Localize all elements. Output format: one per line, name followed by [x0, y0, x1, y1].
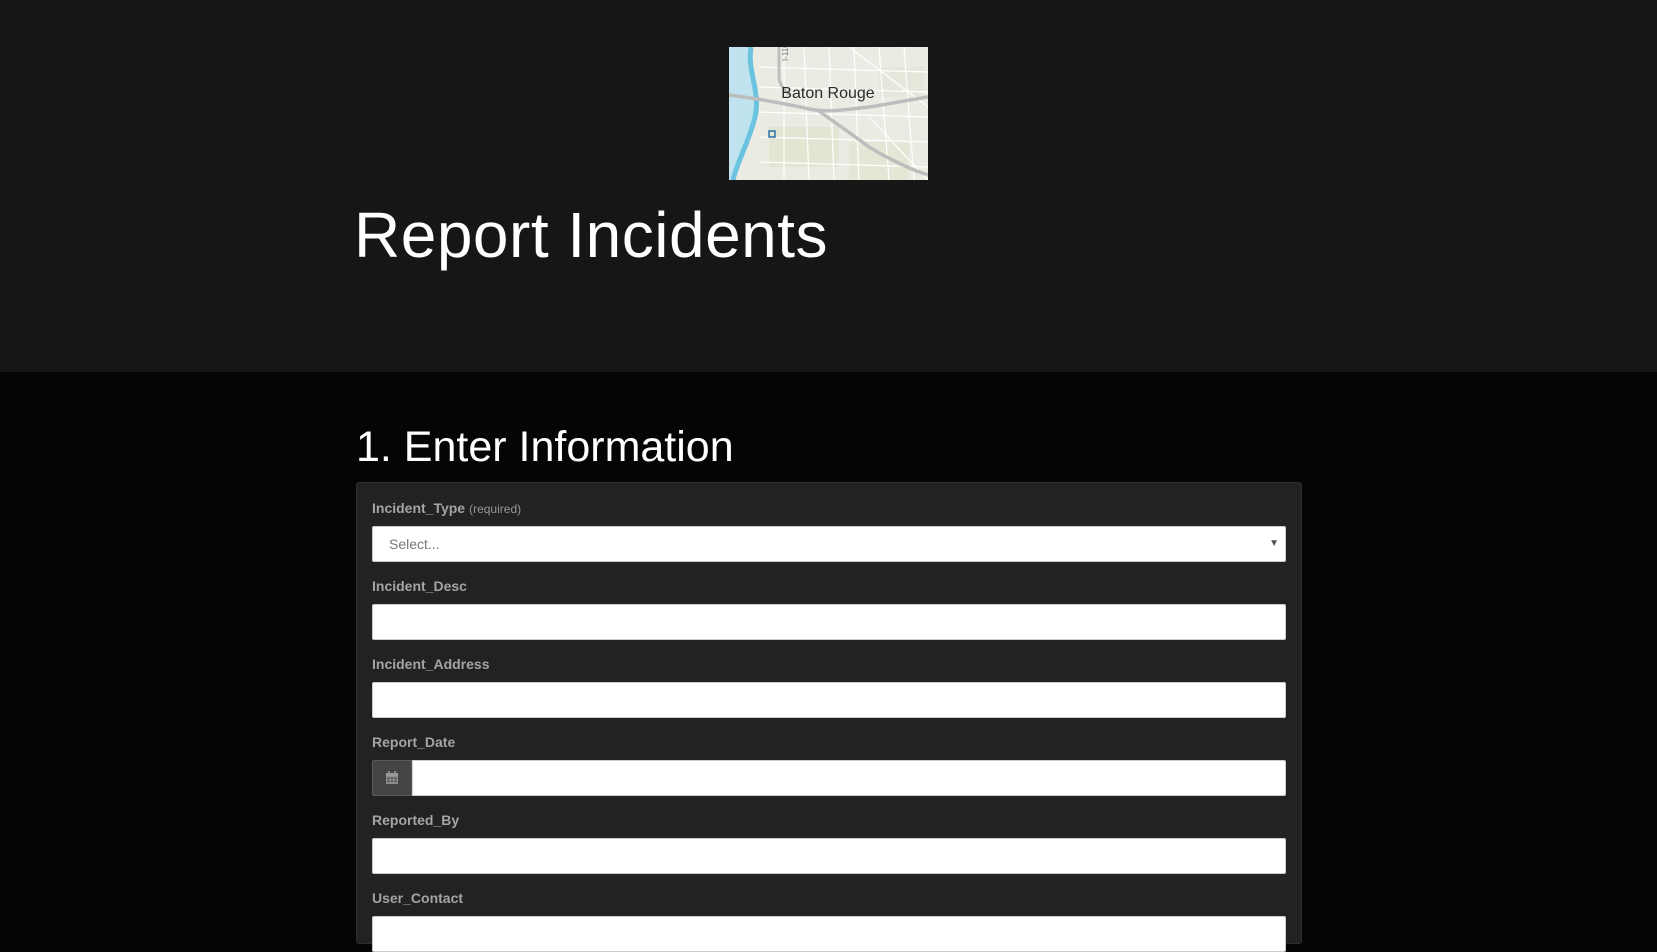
report-date-label: Report_Date: [372, 734, 456, 750]
chevron-down-icon: ▼: [1269, 538, 1279, 549]
map-thumbnail-image: I-110 Baton Rouge: [729, 47, 928, 180]
field-incident-type: Incident_Type (required) Select... ▼: [372, 498, 1286, 562]
field-reported-by: Reported_By: [372, 810, 1286, 874]
incident-type-placeholder: Select...: [389, 536, 440, 552]
field-report-date: Report_Date: [372, 732, 1286, 796]
field-incident-desc: Incident_Desc: [372, 576, 1286, 640]
field-user-contact: User_Contact: [372, 888, 1286, 952]
field-incident-address: Incident_Address: [372, 654, 1286, 718]
required-tag: (required): [469, 502, 522, 516]
incident-desc-label: Incident_Desc: [372, 578, 467, 594]
incident-address-label: Incident_Address: [372, 656, 490, 672]
section-title: 1. Enter Information: [356, 423, 734, 471]
map-road-label: I-110: [781, 47, 790, 61]
user-contact-label: User_Contact: [372, 890, 464, 906]
date-picker-button[interactable]: [372, 760, 412, 796]
incident-type-select[interactable]: Select... ▼: [372, 526, 1286, 562]
reported-by-input[interactable]: [372, 838, 1286, 874]
reported-by-label: Reported_By: [372, 812, 460, 828]
page-title: Report Incidents: [354, 199, 829, 271]
map-city-label: Baton Rouge: [781, 85, 875, 102]
form-panel: Incident_Type (required) Select... ▼ Inci…: [356, 482, 1302, 952]
incident-desc-input[interactable]: [372, 604, 1286, 640]
incident-address-input[interactable]: [372, 682, 1286, 718]
page-header: I-110 Baton Rouge Report Incidents: [0, 0, 1657, 372]
incident-type-label: Incident_Type: [372, 500, 466, 516]
map-thumbnail: I-110 Baton Rouge: [729, 47, 928, 180]
calendar-icon: [386, 771, 398, 784]
report-date-input[interactable]: [412, 760, 1286, 796]
user-contact-input[interactable]: [372, 916, 1286, 952]
